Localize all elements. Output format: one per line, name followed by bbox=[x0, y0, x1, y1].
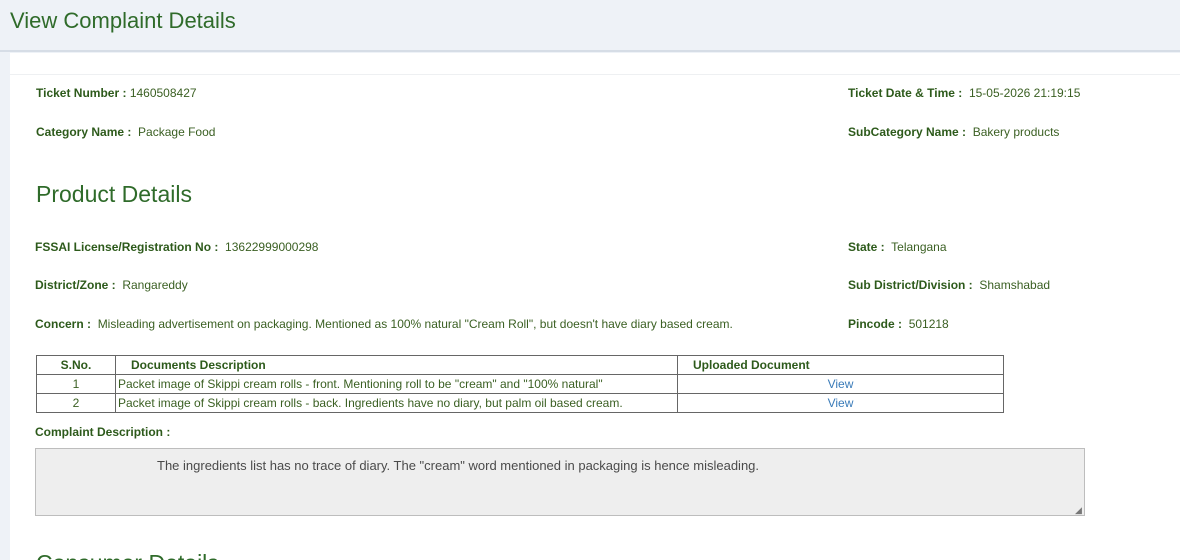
district-label: District/Zone : bbox=[35, 278, 116, 292]
table-row: 2 Packet image of Skippi cream rolls - b… bbox=[36, 393, 1004, 413]
col-sno-header: S.No. bbox=[36, 355, 116, 375]
district-row: District/Zone : Rangareddy bbox=[35, 278, 188, 292]
complaint-description-textarea[interactable]: The ingredients list has no trace of dia… bbox=[35, 448, 1085, 516]
page-header: View Complaint Details bbox=[0, 0, 1180, 52]
ticket-number-row: Ticket Number : 1460508427 bbox=[36, 86, 197, 100]
row-document-cell: View bbox=[677, 393, 1004, 413]
row-document-cell: View bbox=[677, 374, 1004, 394]
details-panel: Ticket Number : 1460508427 Ticket Date &… bbox=[10, 53, 1180, 560]
concern-value: Misleading advertisement on packaging. M… bbox=[97, 317, 733, 331]
row-sno: 2 bbox=[36, 393, 116, 413]
row-sno: 1 bbox=[36, 374, 116, 394]
row-description: Packet image of Skippi cream rolls - fro… bbox=[115, 374, 678, 394]
state-value: Telangana bbox=[891, 240, 947, 254]
subdistrict-label: Sub District/Division : bbox=[848, 278, 973, 292]
category-row: Category Name : Package Food bbox=[36, 125, 215, 139]
subcategory-value: Bakery products bbox=[972, 125, 1060, 139]
state-label: State : bbox=[848, 240, 885, 254]
documents-table: S.No. Documents Description Uploaded Doc… bbox=[36, 355, 1004, 413]
subdistrict-row: Sub District/Division : Shamshabad bbox=[848, 278, 1050, 292]
consumer-details-heading: Consumer Details bbox=[36, 550, 219, 560]
category-label: Category Name : bbox=[36, 125, 132, 139]
license-value: 13622999000298 bbox=[225, 240, 319, 254]
ticket-datetime-value: 15-05-2026 21:19:15 bbox=[968, 86, 1081, 100]
product-details-heading: Product Details bbox=[36, 181, 192, 207]
complaint-description-row: Complaint Description : bbox=[35, 425, 170, 439]
col-description-header: Documents Description bbox=[115, 355, 678, 375]
complaint-description-text: The ingredients list has no trace of dia… bbox=[157, 458, 760, 473]
concern-label: Concern : bbox=[35, 317, 92, 331]
pincode-label: Pincode : bbox=[848, 317, 903, 331]
license-label: FSSAI License/Registration No : bbox=[35, 240, 219, 254]
subcategory-row: SubCategory Name : Bakery products bbox=[848, 125, 1059, 139]
subcategory-label: SubCategory Name : bbox=[848, 125, 967, 139]
license-row: FSSAI License/Registration No : 13622999… bbox=[35, 240, 318, 254]
resize-grip-icon[interactable]: ◢ bbox=[1075, 506, 1083, 515]
district-value: Rangareddy bbox=[122, 278, 188, 292]
panel-divider bbox=[10, 74, 1180, 75]
category-value: Package Food bbox=[138, 125, 216, 139]
ticket-number-value: 1460508427 bbox=[129, 86, 197, 100]
view-document-link[interactable]: View bbox=[828, 377, 854, 391]
row-description: Packet image of Skippi cream rolls - bac… bbox=[115, 393, 678, 413]
subdistrict-value: Shamshabad bbox=[979, 278, 1051, 292]
pincode-value: 501218 bbox=[908, 317, 949, 331]
page-title: View Complaint Details bbox=[10, 8, 236, 33]
view-document-link[interactable]: View bbox=[828, 396, 854, 410]
ticket-number-label: Ticket Number : bbox=[36, 86, 127, 100]
table-header-row: S.No. Documents Description Uploaded Doc… bbox=[36, 355, 1004, 375]
state-row: State : Telangana bbox=[848, 240, 947, 254]
ticket-datetime-row: Ticket Date & Time : 15-05-2026 21:19:15 bbox=[848, 86, 1080, 100]
col-document-header: Uploaded Document bbox=[677, 355, 1004, 375]
complaint-description-label: Complaint Description : bbox=[35, 425, 171, 439]
pincode-row: Pincode : 501218 bbox=[848, 317, 949, 331]
concern-row: Concern : Misleading advertisement on pa… bbox=[35, 317, 733, 331]
ticket-datetime-label: Ticket Date & Time : bbox=[848, 86, 963, 100]
table-row: 1 Packet image of Skippi cream rolls - f… bbox=[36, 374, 1004, 394]
